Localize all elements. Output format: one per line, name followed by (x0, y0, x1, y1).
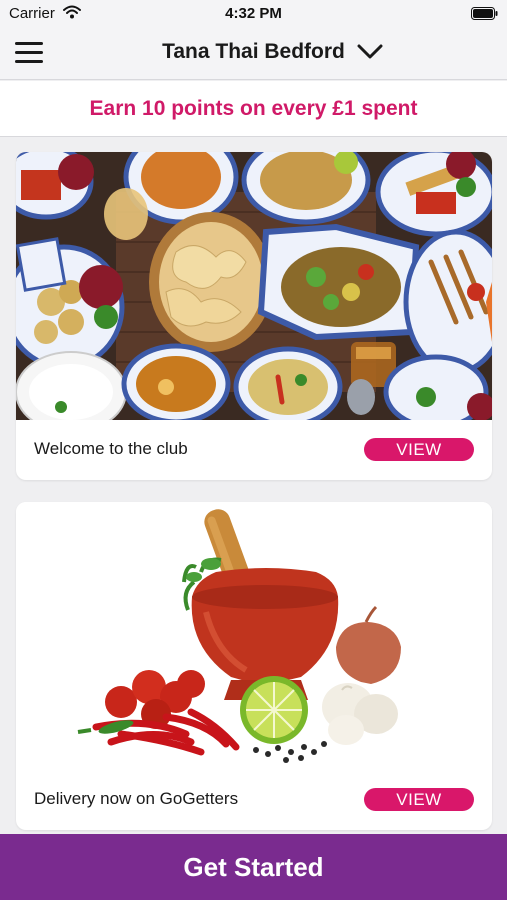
status-time: 4:32 PM (225, 5, 282, 22)
view-button[interactable]: VIEW (364, 788, 474, 811)
nav-bar: Tana Thai Bedford (0, 28, 507, 80)
delivery-card[interactable]: Delivery now on GoGetters VIEW (16, 502, 492, 830)
status-bar: Carrier 4:32 PM (0, 0, 507, 28)
promo-banner: Earn 10 points on every £1 spent (0, 81, 507, 137)
chevron-down-icon[interactable] (357, 44, 383, 65)
thai-food-spread-image (16, 152, 492, 420)
hamburger-menu-icon[interactable] (15, 42, 43, 64)
card-label: Delivery now on GoGetters (34, 789, 239, 808)
view-button[interactable]: VIEW (364, 438, 474, 461)
get-started-label: Get Started (183, 852, 324, 882)
card-label: Welcome to the club (34, 439, 188, 458)
welcome-card[interactable]: Welcome to the club VIEW (16, 152, 492, 480)
battery-icon (471, 7, 498, 25)
restaurant-title: Tana Thai Bedford (162, 40, 345, 63)
mortar-pestle-ingredients-image (16, 502, 492, 770)
get-started-button[interactable]: Get Started (0, 834, 507, 900)
promo-text: Earn 10 points on every £1 spent (89, 97, 418, 120)
